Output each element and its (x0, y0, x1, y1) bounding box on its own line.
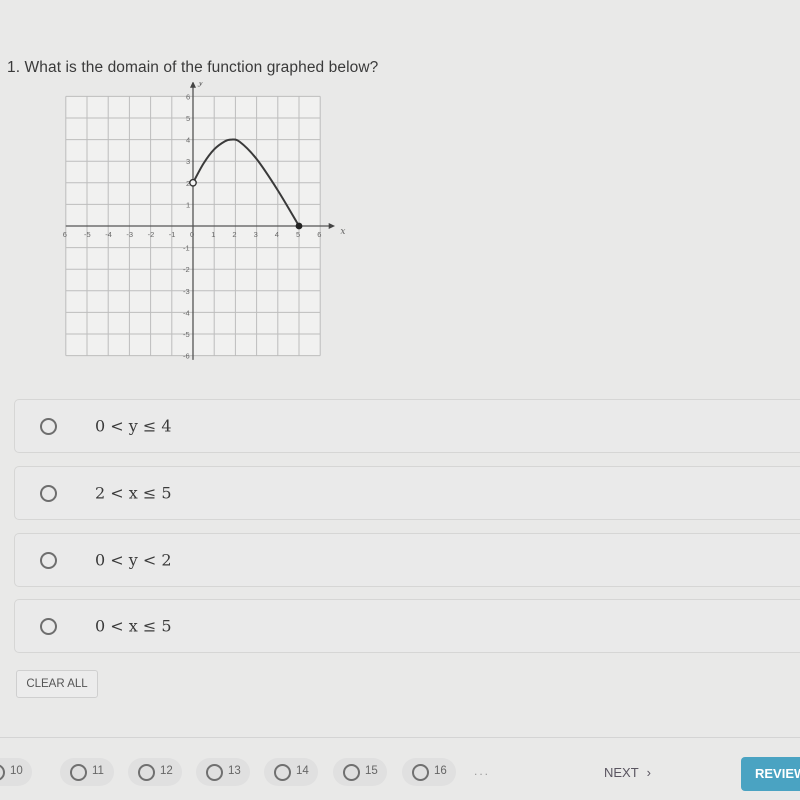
answer-option-4[interactable]: 0 < x ≤ 5 (14, 599, 800, 653)
y-tick-label: 6 (186, 92, 190, 101)
radio-icon[interactable] (40, 485, 57, 502)
radio-icon[interactable] (40, 552, 57, 569)
x-tick-label: 6 (63, 230, 67, 239)
question-nav-16[interactable]: 16 (402, 758, 456, 786)
unanswered-circle-icon (274, 764, 291, 781)
x-tick-label: 3 (254, 230, 258, 239)
y-tick-label: -2 (183, 265, 190, 274)
question-number: 15 (365, 765, 378, 777)
y-tick-label: -4 (183, 308, 190, 317)
graph-svg: xy6 -5 -4 -3 -2 -1 0 1 2 3 4 5 6654321-1-2-3-4-5-6 (63, 82, 345, 361)
review-button[interactable]: REVIEW (741, 757, 800, 791)
unanswered-circle-icon (138, 764, 155, 781)
radio-icon[interactable] (40, 418, 57, 435)
y-tick-label: -1 (183, 244, 190, 253)
answer-option-2[interactable]: 2 < x ≤ 5 (14, 466, 800, 520)
y-axis-arrow-icon (190, 82, 196, 88)
x-tick-label: 2 (232, 230, 236, 239)
answer-option-3[interactable]: 0 < y < 2 (14, 533, 800, 587)
radio-icon[interactable] (40, 618, 57, 635)
footer-divider (0, 737, 800, 738)
y-tick-label: 3 (186, 157, 190, 166)
question-number: 12 (160, 765, 173, 777)
x-axis-arrow-icon (328, 223, 336, 229)
x-tick-label: 1 (211, 230, 215, 239)
x-axis-label: x (340, 227, 345, 237)
question-number: 11 (92, 765, 104, 777)
more-questions-ellipsis[interactable]: ... (474, 764, 490, 778)
unanswered-circle-icon (206, 764, 223, 781)
x-tick-label: -4 (105, 230, 112, 239)
question-nav-13[interactable]: 13 (196, 758, 250, 786)
question-text: 1. What is the domain of the function gr… (7, 59, 379, 76)
y-tick-label: -6 (183, 352, 190, 361)
question-number: 14 (296, 765, 309, 777)
y-tick-label: -3 (183, 287, 190, 296)
next-button[interactable]: NEXT › (604, 765, 651, 780)
option-label: 0 < y ≤ 4 (95, 416, 172, 436)
y-tick-label: -5 (183, 330, 190, 339)
question-number: 10 (10, 765, 23, 777)
x-tick-label: 0 (190, 230, 194, 239)
y-axis-label: y (197, 82, 204, 88)
question-nav-12[interactable]: 12 (128, 758, 182, 786)
x-tick-label: 5 (296, 230, 300, 239)
question-number: 16 (434, 765, 447, 777)
question-nav-14[interactable]: 14 (264, 758, 318, 786)
next-label: NEXT (604, 765, 639, 780)
unanswered-circle-icon (343, 764, 360, 781)
unanswered-circle-icon (70, 764, 87, 781)
x-tick-label: -5 (84, 230, 91, 239)
answer-option-1[interactable]: 0 < y ≤ 4 (14, 399, 800, 453)
y-tick-label: 4 (186, 136, 190, 145)
option-label: 0 < y < 2 (95, 550, 172, 570)
function-graph: x y 6 -5 -4 -3 -2 -1 0 1 2 3 4 5 6 6 5 4 3 2 1 -1 -2 -3 -4 -5 -6 (60, 82, 350, 372)
x-tick-label: -2 (148, 230, 155, 239)
option-label: 0 < x ≤ 5 (95, 616, 172, 636)
x-tick-label: 4 (275, 230, 279, 239)
question-number: 13 (228, 765, 241, 777)
unanswered-circle-icon (412, 764, 429, 781)
clear-all-button[interactable]: CLEAR ALL (16, 670, 98, 698)
question-nav-10[interactable]: 10 (0, 758, 32, 786)
x-tick-label: 6 (317, 230, 321, 239)
y-tick-label: 1 (186, 200, 190, 209)
option-label: 2 < x ≤ 5 (95, 483, 172, 503)
question-nav-15[interactable]: 15 (333, 758, 387, 786)
open-endpoint (189, 178, 197, 187)
x-tick-label: -3 (126, 230, 133, 239)
chevron-right-icon: › (646, 765, 652, 780)
y-tick-label: 5 (186, 114, 190, 123)
x-tick-label: -1 (169, 230, 176, 239)
unanswered-circle-icon (0, 764, 5, 781)
question-nav-11[interactable]: 11 (60, 758, 114, 786)
closed-endpoint (295, 222, 303, 230)
